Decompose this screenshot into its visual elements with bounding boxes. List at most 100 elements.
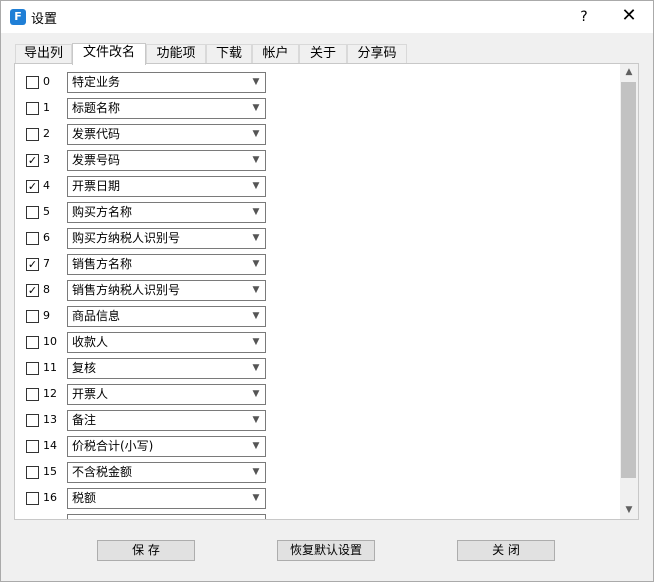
field-select[interactable]: 不含税金额 ▼ <box>67 462 266 483</box>
field-select[interactable]: 备注 ▼ <box>67 410 266 431</box>
field-row: 6 购买方纳税人识别号 ▼ <box>15 226 315 252</box>
tab-share-code[interactable]: 分享码 <box>347 44 407 64</box>
chevron-down-icon: ▼ <box>252 467 260 477</box>
field-checkbox[interactable] <box>26 206 39 219</box>
chevron-down-icon: ▼ <box>252 363 260 373</box>
restore-defaults-button[interactable]: 恢复默认设置 <box>277 540 375 561</box>
field-row: 9 商品信息 ▼ <box>15 304 315 330</box>
field-select-value: 开票日期 <box>72 179 121 193</box>
field-checkbox[interactable]: ✓ <box>26 154 39 167</box>
field-row: ✓ 4 开票日期 ▼ <box>15 174 315 200</box>
field-index: 12 <box>43 387 57 400</box>
chevron-down-icon: ▼ <box>252 389 260 399</box>
field-row: ✓ 3 发票号码 ▼ <box>15 148 315 174</box>
field-select-value: 收款人 <box>72 335 109 349</box>
tab-features[interactable]: 功能项 <box>146 44 206 64</box>
chevron-down-icon: ▼ <box>252 233 260 243</box>
field-row: ✓ 8 销售方纳税人识别号 ▼ <box>15 278 315 304</box>
close-button[interactable]: 关 闭 <box>457 540 555 561</box>
field-checkbox[interactable] <box>26 76 39 89</box>
field-select[interactable]: 复核 ▼ <box>67 358 266 379</box>
field-index: 6 <box>43 231 50 244</box>
field-checkbox[interactable] <box>26 362 39 375</box>
vertical-scrollbar[interactable]: ▲ ▼ <box>620 64 638 519</box>
field-checkbox[interactable] <box>26 310 39 323</box>
field-checkbox[interactable] <box>26 336 39 349</box>
field-checkbox[interactable] <box>26 128 39 141</box>
tab-about[interactable]: 关于 <box>299 44 347 64</box>
field-index: 0 <box>43 75 50 88</box>
scroll-up-icon[interactable]: ▲ <box>620 64 638 81</box>
field-checkbox[interactable] <box>26 414 39 427</box>
field-index: 3 <box>43 153 50 166</box>
field-row: 2 发票代码 ▼ <box>15 122 315 148</box>
app-icon: F <box>10 9 26 25</box>
field-select[interactable]: 销售方名称 ▼ <box>67 254 266 275</box>
field-row: 14 价税合计(小写) ▼ <box>15 434 315 460</box>
tab-file-rename[interactable]: 文件改名 <box>72 43 146 65</box>
field-index: 15 <box>43 465 57 478</box>
field-select-value: 销售方纳税人识别号 <box>72 283 181 297</box>
field-select[interactable]: 购买方纳税人识别号 ▼ <box>67 228 266 249</box>
field-checkbox[interactable] <box>26 102 39 115</box>
field-select[interactable]: 价税合计(小写) ▼ <box>67 436 266 457</box>
field-index: 7 <box>43 257 50 270</box>
field-checkbox[interactable] <box>26 440 39 453</box>
field-select-value: 标题名称 <box>72 101 121 115</box>
help-button[interactable]: ? <box>566 5 602 29</box>
field-select[interactable]: 商品信息 ▼ <box>67 306 266 327</box>
title-bar: F 设置 ? ✕ <box>1 1 653 33</box>
field-index: 11 <box>43 361 57 374</box>
field-select-value: 税额 <box>72 491 97 505</box>
field-select-value: 开票人 <box>72 387 109 401</box>
tab-panel: 0 特定业务 ▼ 1 标题名称 ▼ 2 发票代码 ▼ ✓ 3 发票号码 ▼ ✓ 4 开票日期 ▼ 5 购买方名称 ▼ 6… <box>14 63 639 520</box>
chevron-down-icon: ▼ <box>252 441 260 451</box>
field-select[interactable] <box>67 514 266 519</box>
field-select-value: 购买方纳税人识别号 <box>72 231 181 245</box>
field-checkbox[interactable] <box>26 388 39 401</box>
chevron-down-icon: ▼ <box>252 337 260 347</box>
tab-download[interactable]: 下载 <box>206 44 252 64</box>
field-index: 16 <box>43 491 57 504</box>
field-select[interactable]: 购买方名称 ▼ <box>67 202 266 223</box>
chevron-down-icon: ▼ <box>252 129 260 139</box>
save-button[interactable]: 保 存 <box>97 540 195 561</box>
scroll-down-icon[interactable]: ▼ <box>620 502 638 519</box>
field-row: 1 标题名称 ▼ <box>15 96 315 122</box>
window-close-button[interactable]: ✕ <box>609 5 649 29</box>
field-checkbox[interactable] <box>26 492 39 505</box>
field-index: 1 <box>43 101 50 114</box>
field-select[interactable]: 销售方纳税人识别号 ▼ <box>67 280 266 301</box>
field-select[interactable]: 开票人 ▼ <box>67 384 266 405</box>
field-select[interactable]: 开票日期 ▼ <box>67 176 266 197</box>
field-select[interactable]: 收款人 ▼ <box>67 332 266 353</box>
field-select[interactable]: 特定业务 ▼ <box>67 72 266 93</box>
field-select-value: 价税合计(小写) <box>72 439 154 453</box>
field-checkbox[interactable] <box>26 232 39 245</box>
field-row-partial <box>15 512 315 519</box>
field-row: 13 备注 ▼ <box>15 408 315 434</box>
field-select-value: 销售方名称 <box>72 257 133 271</box>
field-select[interactable]: 发票代码 ▼ <box>67 124 266 145</box>
chevron-down-icon: ▼ <box>252 415 260 425</box>
field-checkbox[interactable]: ✓ <box>26 258 39 271</box>
field-select-value: 发票号码 <box>72 153 121 167</box>
field-select-value: 复核 <box>72 361 97 375</box>
chevron-down-icon: ▼ <box>252 285 260 295</box>
field-row: 0 特定业务 ▼ <box>15 70 315 96</box>
field-select[interactable]: 税额 ▼ <box>67 488 266 509</box>
field-select-value: 商品信息 <box>72 309 121 323</box>
field-checkbox[interactable] <box>26 466 39 479</box>
tab-export-columns[interactable]: 导出列 <box>15 44 72 64</box>
field-select[interactable]: 标题名称 ▼ <box>67 98 266 119</box>
chevron-down-icon: ▼ <box>252 77 260 87</box>
field-checkbox[interactable]: ✓ <box>26 180 39 193</box>
field-index: 4 <box>43 179 50 192</box>
field-index: 10 <box>43 335 57 348</box>
field-checkbox[interactable]: ✓ <box>26 284 39 297</box>
tab-account[interactable]: 帐户 <box>252 44 299 64</box>
scroll-thumb[interactable] <box>621 82 636 478</box>
field-select[interactable]: 发票号码 ▼ <box>67 150 266 171</box>
rename-field-list: 0 特定业务 ▼ 1 标题名称 ▼ 2 发票代码 ▼ ✓ 3 发票号码 ▼ ✓ 4 开票日期 ▼ 5 购买方名称 ▼ 6… <box>15 64 620 519</box>
chevron-down-icon: ▼ <box>252 259 260 269</box>
